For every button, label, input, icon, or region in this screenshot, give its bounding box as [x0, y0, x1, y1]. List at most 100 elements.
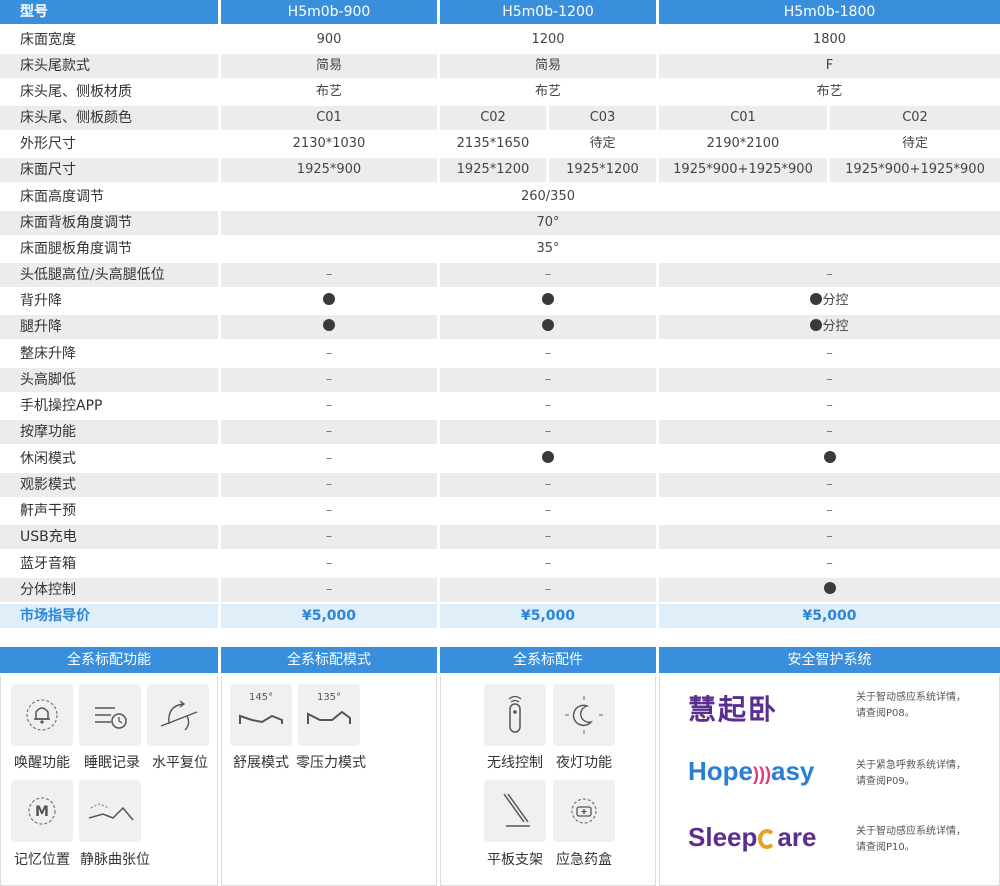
- table-row: 床头尾款式 简易 简易 F: [0, 54, 1000, 78]
- cell: –: [440, 263, 656, 287]
- cell: –: [659, 499, 1000, 523]
- included-dot-icon: [823, 582, 836, 594]
- accessories-panel: 无线控制 夜灯功能 平板支架 应急药盒: [440, 676, 656, 886]
- sleep-record-icon: [79, 684, 141, 746]
- care-c-icon: [758, 829, 777, 850]
- cell: –: [440, 578, 656, 602]
- header-label: 型号: [0, 0, 218, 24]
- included-dot-icon: [810, 293, 823, 305]
- row-label: 床面尺寸: [0, 158, 218, 182]
- cell: 1925*1200: [440, 158, 546, 182]
- accessory-label: 夜灯功能: [556, 755, 612, 771]
- row-label: 分体控制: [0, 578, 218, 602]
- cell: –: [440, 525, 656, 549]
- row-label: 按摩功能: [0, 420, 218, 444]
- section-title-modes: 全系标配模式: [221, 647, 437, 673]
- cell: C01: [221, 106, 437, 130]
- cell: 简易: [440, 54, 656, 78]
- cell: –: [659, 552, 1000, 576]
- row-label: 床面高度调节: [0, 185, 218, 209]
- cell: –: [221, 342, 437, 366]
- cell: –: [440, 342, 656, 366]
- cell: –: [221, 447, 437, 471]
- table-row: 背升降 分控: [0, 289, 1000, 313]
- cell: 900: [221, 28, 437, 52]
- cell: 待定: [830, 132, 1000, 156]
- cell: 分控: [822, 293, 849, 308]
- row-label: 头高脚低: [0, 368, 218, 392]
- section-title-functions: 全系标配功能: [0, 647, 218, 673]
- mode-label: 零压力模式: [296, 755, 366, 771]
- function-label: 睡眠记录: [84, 755, 140, 771]
- row-label: 整床升降: [0, 342, 218, 366]
- table-row: 头高脚低 – – –: [0, 368, 1000, 392]
- cell: 布艺: [440, 80, 656, 104]
- included-dot-icon: [823, 451, 836, 463]
- cell: C02: [440, 106, 546, 130]
- night-light-icon: [553, 684, 615, 746]
- cell: 70°: [221, 211, 1000, 235]
- cell: 简易: [221, 54, 437, 78]
- price-value: ¥5,000: [440, 604, 656, 628]
- function-label: 唤醒功能: [14, 755, 70, 771]
- medicine-box-icon: [553, 780, 615, 842]
- row-label: 鼾声干预: [0, 499, 218, 523]
- cell: F: [659, 54, 1000, 78]
- cell: –: [221, 473, 437, 497]
- column-header: H5m0b-900: [221, 0, 437, 24]
- cell: –: [221, 368, 437, 392]
- accessory-label: 平板支架: [487, 852, 543, 868]
- cell: –: [440, 499, 656, 523]
- table-row: 床面腿板角度调节 35°: [0, 237, 1000, 261]
- cell: 1925*900: [221, 158, 437, 182]
- price-value: ¥5,000: [221, 604, 437, 628]
- column-header: H5m0b-1800: [659, 0, 1000, 24]
- table-row: 头低腿高位/头高腿低位 – – –: [0, 263, 1000, 287]
- cell: –: [221, 263, 437, 287]
- zero-gravity-mode-icon: 135°: [298, 684, 360, 746]
- wireless-remote-icon: [484, 684, 546, 746]
- cell: 2130*1030: [221, 132, 437, 156]
- cell: 2135*1650: [440, 132, 546, 156]
- row-label: 腿升降: [0, 315, 218, 339]
- included-dot-icon: [542, 293, 554, 305]
- table-row: 按摩功能 – – –: [0, 420, 1000, 444]
- section-title-accessories: 全系标配件: [440, 647, 656, 673]
- cell: C02: [830, 106, 1000, 130]
- row-label: 头低腿高位/头高腿低位: [0, 263, 218, 287]
- row-label: 床头尾、侧板材质: [0, 80, 218, 104]
- level-reset-icon: [147, 684, 209, 746]
- varicose-position-icon: [79, 780, 141, 842]
- table-row: USB充电 – – –: [0, 525, 1000, 549]
- tablet-stand-icon: [484, 780, 546, 842]
- table-header: 型号 H5m0b-900 H5m0b-1200 H5m0b-1800: [0, 0, 1000, 24]
- alarm-bell-icon: [11, 684, 73, 746]
- cell: –: [659, 473, 1000, 497]
- cell: –: [440, 394, 656, 418]
- cell: 1925*900+1925*900: [659, 158, 827, 182]
- cell: 1200: [440, 28, 656, 52]
- mode-label: 舒展模式: [233, 755, 289, 771]
- price-row: 市场指导价 ¥5,000 ¥5,000 ¥5,000: [0, 604, 1000, 628]
- cell: –: [221, 394, 437, 418]
- cell: –: [659, 263, 1000, 287]
- table-row: 观影模式 – – –: [0, 473, 1000, 497]
- section-title-safety: 安全智护系统: [659, 647, 1000, 673]
- function-label: 记忆位置: [14, 852, 70, 868]
- row-label: 观影模式: [0, 473, 218, 497]
- row-label: 床头尾、侧板颜色: [0, 106, 218, 130]
- table-row: 床面背板角度调节 70°: [0, 211, 1000, 235]
- cell: –: [221, 552, 437, 576]
- cell: C01: [659, 106, 827, 130]
- cell: –: [221, 420, 437, 444]
- cell: 1925*900+1925*900: [830, 158, 1000, 182]
- row-label: 床头尾款式: [0, 54, 218, 78]
- accessory-label: 应急药盒: [556, 852, 612, 868]
- row-label: 手机操控APP: [0, 394, 218, 418]
- cell: –: [440, 473, 656, 497]
- row-label: USB充电: [0, 525, 218, 549]
- row-label: 休闲模式: [0, 447, 218, 471]
- modes-panel: 145° 135° 舒展模式 零压力模式: [221, 676, 437, 886]
- table-row: 床面宽度 900 1200 1800: [0, 28, 1000, 52]
- brand-logo-huiqiwo: 慧起卧: [688, 694, 779, 725]
